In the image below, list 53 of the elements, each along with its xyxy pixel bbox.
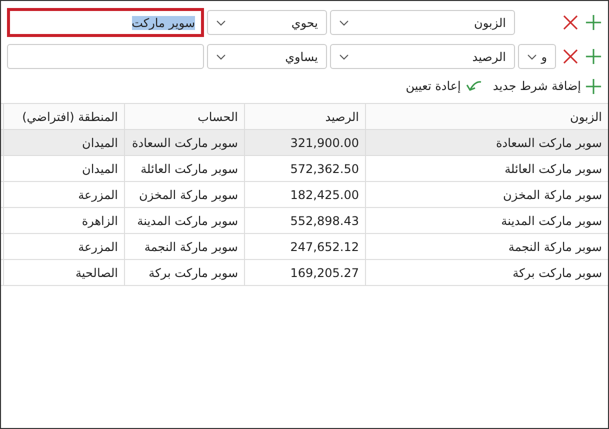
field-dropdown[interactable]: الرصيد — [330, 44, 515, 69]
close-icon[interactable] — [563, 49, 578, 64]
add-condition-button[interactable]: إضافة شرط جديد — [492, 78, 602, 94]
table-cell: الميدان — [3, 130, 124, 155]
add-icon[interactable] — [585, 48, 602, 65]
chevron-icon — [216, 54, 226, 60]
column-header[interactable]: المنطقة (افتراضي) — [3, 104, 124, 129]
table-cell: سوبر ماركت المدينة — [365, 208, 608, 233]
add-icon — [585, 78, 602, 94]
connector-label: و — [541, 50, 547, 64]
table-cell: سوبر ماركت السعادة — [365, 130, 608, 155]
table-cell: الزاهرة — [3, 208, 124, 233]
table-cell: 247,652.12 — [244, 234, 365, 259]
operator-label: يساوي — [285, 50, 318, 64]
add-icon[interactable] — [585, 14, 602, 31]
value-field[interactable]: سوير ماركت — [7, 8, 204, 37]
table-cell: سوبر ماركت العائلة — [365, 156, 608, 181]
field-label: الزبون — [474, 16, 506, 30]
connector-dropdown[interactable]: و — [518, 44, 556, 69]
column-header[interactable]: الرصيد — [244, 104, 365, 129]
table-cell: 552,898.43 — [244, 208, 365, 233]
field-dropdown[interactable]: الزبون — [330, 10, 515, 35]
operator-dropdown[interactable]: يحوي — [207, 10, 327, 35]
chevron-icon — [339, 20, 349, 26]
field-label: الرصيد — [472, 50, 506, 64]
value-field[interactable] — [7, 44, 204, 69]
close-icon[interactable] — [563, 15, 578, 30]
table-cell: سوبر ماركت بركة — [365, 260, 608, 285]
table-cell: المزرعة — [3, 182, 124, 207]
table-cell: الصالحية — [3, 260, 124, 285]
operator-label: يحوي — [291, 16, 318, 30]
table-cell: سوبر ماركت بركة — [124, 260, 244, 285]
reset-button[interactable]: إعادة تعيين — [406, 79, 483, 93]
table-cell: 182,425.00 — [244, 182, 365, 207]
table-cell: سوبر ماركة النجمة — [365, 234, 608, 259]
table-cell: 321,900.00 — [244, 130, 365, 155]
table-cell: سوبر ماركت السعادة — [124, 130, 244, 155]
table-cell: سوبر ماركة المخزن — [365, 182, 608, 207]
column-header[interactable]: الحساب — [124, 104, 244, 129]
chevron-icon — [339, 54, 349, 60]
column-header[interactable]: الزبون — [365, 104, 608, 129]
table-cell: 169,205.27 — [244, 260, 365, 285]
table-cell: 572,362.50 — [244, 156, 365, 181]
table-cell: سوبر ماركة المخزن — [124, 182, 244, 207]
operator-dropdown[interactable]: يساوي — [207, 44, 327, 69]
undo-icon — [464, 79, 483, 93]
table-cell: المزرعة — [3, 234, 124, 259]
table-cell: سوبر ماركت المدينة — [124, 208, 244, 233]
chevron-icon — [216, 20, 226, 26]
table-cell: سوبر ماركة النجمة — [124, 234, 244, 259]
table-cell: سوبر ماركت العائلة — [124, 156, 244, 181]
table-cell: الميدان — [3, 156, 124, 181]
chevron-icon — [527, 54, 537, 60]
